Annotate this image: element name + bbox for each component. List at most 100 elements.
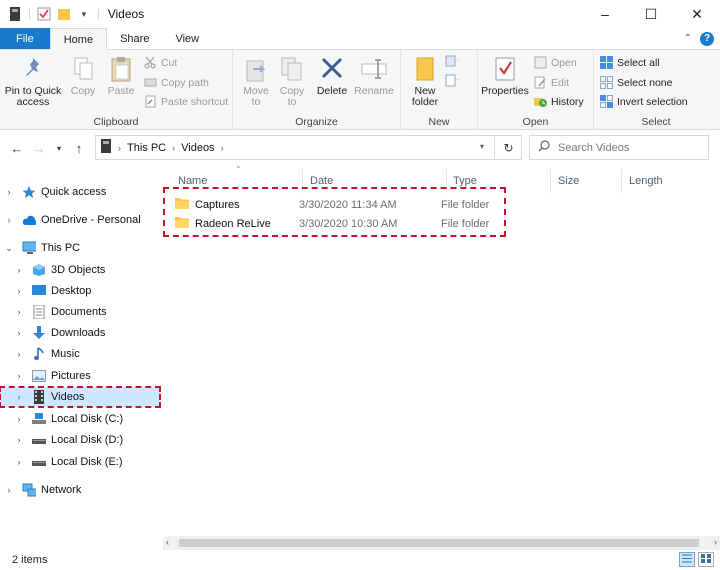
properties-button[interactable]: Properties bbox=[481, 54, 529, 97]
invert-selection-button[interactable]: Invert selection bbox=[600, 95, 688, 108]
select-none-button[interactable]: Select none bbox=[600, 76, 672, 89]
chevron-right-icon[interactable]: › bbox=[14, 435, 24, 445]
select-all-button[interactable]: Select all bbox=[600, 56, 660, 69]
cut-button[interactable]: Cut bbox=[144, 56, 177, 69]
refresh-button[interactable]: ↻ bbox=[494, 135, 522, 160]
search-input[interactable] bbox=[558, 141, 698, 154]
download-arrow-icon bbox=[32, 326, 46, 340]
delete-button[interactable]: Delete bbox=[315, 54, 349, 97]
breadcrumb-this-pc[interactable]: This PC bbox=[127, 142, 166, 154]
chevron-right-icon[interactable]: › bbox=[14, 286, 24, 296]
chevron-right-icon[interactable]: › bbox=[14, 349, 24, 359]
scroll-right-icon[interactable]: › bbox=[714, 537, 717, 547]
chevron-down-icon[interactable]: ⌄ bbox=[4, 243, 14, 254]
nav-item-music[interactable]: › Music bbox=[0, 344, 160, 364]
chevron-right-icon[interactable]: › bbox=[14, 414, 24, 424]
network-icon bbox=[22, 483, 36, 497]
file-name: Radeon ReLive bbox=[195, 217, 271, 230]
status-bar: 2 items bbox=[0, 550, 720, 570]
help-icon[interactable]: ? bbox=[700, 31, 714, 46]
tab-share[interactable]: Share bbox=[107, 28, 162, 49]
rename-button[interactable]: Rename bbox=[353, 54, 395, 97]
scroll-left-icon[interactable]: ‹ bbox=[166, 537, 169, 547]
paste-shortcut-icon bbox=[144, 95, 157, 108]
chevron-right-icon[interactable]: › bbox=[14, 265, 24, 275]
properties-icon[interactable] bbox=[37, 7, 51, 21]
nav-item-quick-access[interactable]: › Quick access bbox=[0, 182, 160, 202]
table-row[interactable]: Radeon ReLive 3/30/2020 10:30 AM File fo… bbox=[175, 214, 511, 233]
move-to-button[interactable]: Move to bbox=[239, 54, 273, 108]
new-folder-icon[interactable] bbox=[57, 7, 71, 21]
breadcrumb-videos[interactable]: Videos bbox=[181, 142, 214, 154]
chevron-right-icon[interactable]: › bbox=[4, 485, 14, 495]
table-row[interactable]: Captures 3/30/2020 11:34 AM File folder bbox=[175, 195, 511, 214]
paste-button[interactable]: Paste bbox=[104, 54, 138, 97]
address-bar[interactable]: › This PC › Videos › bbox=[95, 135, 522, 160]
select-none-icon bbox=[600, 76, 613, 89]
scrollbar-thumb[interactable] bbox=[179, 539, 699, 547]
back-arrow-icon[interactable]: ← bbox=[8, 141, 26, 156]
tab-home[interactable]: Home bbox=[49, 28, 108, 50]
quick-access-toolbar: | ▾ | bbox=[0, 7, 100, 21]
paste-shortcut-button[interactable]: Paste shortcut bbox=[144, 95, 228, 108]
chevron-right-icon[interactable]: › bbox=[14, 457, 24, 467]
pin-to-quick-access-button[interactable]: Pin to Quick access bbox=[4, 54, 62, 108]
column-divider[interactable] bbox=[550, 169, 551, 193]
chevron-right-icon[interactable]: › bbox=[14, 307, 24, 317]
close-button[interactable]: ✕ bbox=[674, 0, 720, 28]
minimize-button[interactable]: – bbox=[582, 0, 628, 28]
large-icons-view-button[interactable] bbox=[698, 552, 714, 567]
new-item-icon bbox=[445, 54, 458, 67]
column-header-length[interactable]: Length bbox=[629, 173, 663, 189]
nav-item-disk-c[interactable]: › Local Disk (C:) bbox=[0, 409, 160, 429]
edit-button[interactable]: Edit bbox=[534, 76, 569, 89]
customize-toolbar-icon[interactable]: ▾ bbox=[77, 7, 91, 21]
recent-locations-icon[interactable]: ▾ bbox=[50, 144, 68, 153]
chevron-right-icon[interactable]: › bbox=[14, 371, 24, 381]
new-item-button[interactable] bbox=[445, 54, 458, 67]
new-group: New folder New bbox=[401, 50, 478, 130]
nav-item-this-pc[interactable]: ⌄ This PC bbox=[0, 238, 160, 258]
tab-file[interactable]: File bbox=[0, 28, 50, 49]
column-divider[interactable] bbox=[621, 169, 622, 193]
nav-item-disk-d[interactable]: › Local Disk (D:) bbox=[0, 430, 160, 450]
title-bar: | ▾ | Videos – ☐ ✕ bbox=[0, 0, 720, 28]
column-header-size[interactable]: Size bbox=[558, 173, 579, 189]
up-arrow-icon[interactable]: ↑ bbox=[70, 141, 88, 156]
computer-icon bbox=[22, 241, 36, 255]
search-box[interactable] bbox=[529, 135, 709, 160]
easy-access-button[interactable] bbox=[445, 74, 458, 87]
nav-item-desktop[interactable]: › Desktop bbox=[0, 281, 160, 301]
open-button[interactable]: Open bbox=[534, 56, 577, 69]
chevron-right-icon[interactable]: › bbox=[14, 328, 24, 338]
copy-button[interactable]: Copy bbox=[66, 54, 100, 97]
copy-to-button[interactable]: Copy to bbox=[275, 54, 309, 108]
horizontal-scrollbar[interactable]: ‹ › bbox=[163, 536, 720, 550]
explorer-window-icon bbox=[8, 7, 22, 21]
star-icon bbox=[22, 185, 36, 199]
history-button[interactable]: History bbox=[534, 95, 584, 108]
nav-item-documents[interactable]: › Documents bbox=[0, 302, 160, 322]
chevron-right-icon[interactable]: › bbox=[4, 215, 14, 225]
nav-item-onedrive[interactable]: › OneDrive - Personal bbox=[0, 210, 160, 230]
nav-item-pictures[interactable]: › Pictures bbox=[0, 366, 160, 386]
tab-view[interactable]: View bbox=[162, 28, 212, 49]
new-folder-button[interactable]: New folder bbox=[405, 54, 445, 108]
chevron-right-icon[interactable]: › bbox=[14, 392, 24, 402]
nav-item-videos[interactable]: › Videos bbox=[0, 386, 161, 408]
copy-path-button[interactable]: Copy path bbox=[144, 76, 209, 89]
invert-selection-icon bbox=[600, 95, 613, 108]
collapse-ribbon-icon[interactable]: ⌃ bbox=[684, 33, 692, 44]
nav-item-3d-objects[interactable]: › 3D Objects bbox=[0, 260, 160, 280]
file-date: 3/30/2020 10:30 AM bbox=[299, 217, 398, 230]
folder-icon bbox=[410, 54, 440, 84]
nav-item-downloads[interactable]: › Downloads bbox=[0, 323, 160, 343]
chevron-right-icon[interactable]: › bbox=[4, 187, 14, 197]
address-history-dropdown-icon[interactable]: ▾ bbox=[480, 142, 484, 151]
ribbon: Pin to Quick access Copy Paste Cut Copy … bbox=[0, 50, 720, 130]
nav-item-network[interactable]: › Network bbox=[0, 480, 160, 500]
maximize-button[interactable]: ☐ bbox=[628, 0, 674, 28]
forward-arrow-icon[interactable]: → bbox=[30, 141, 48, 156]
nav-item-disk-e[interactable]: › Local Disk (E:) bbox=[0, 452, 160, 472]
details-view-button[interactable] bbox=[679, 552, 695, 567]
